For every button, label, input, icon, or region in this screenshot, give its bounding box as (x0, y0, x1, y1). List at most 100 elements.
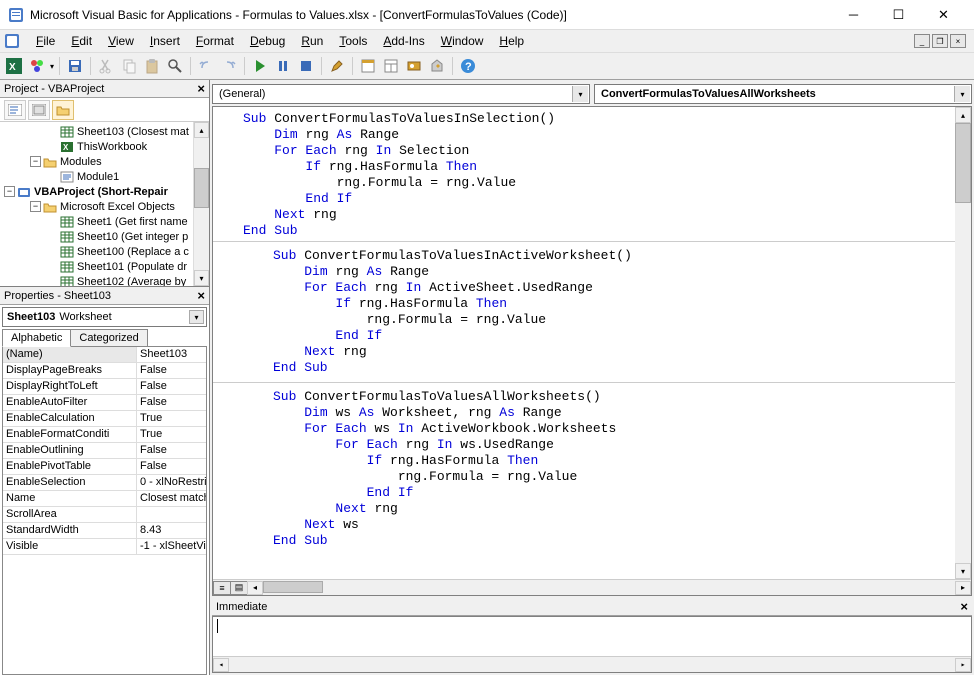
insert-dropdown-icon[interactable] (27, 56, 47, 76)
scroll-right-icon[interactable]: ▸ (955, 658, 971, 672)
scroll-left-icon[interactable]: ◂ (247, 581, 263, 595)
property-value[interactable]: False (137, 379, 206, 394)
property-value[interactable]: 8.43 (137, 523, 206, 538)
menu-view[interactable]: View (100, 32, 142, 50)
save-icon[interactable] (65, 56, 85, 76)
help-icon[interactable]: ? (458, 56, 478, 76)
minimize-button[interactable]: ─ (831, 1, 876, 29)
properties-window-icon[interactable] (381, 56, 401, 76)
tab-categorized[interactable]: Categorized (70, 329, 147, 346)
menu-file[interactable]: File (28, 32, 63, 50)
scroll-thumb[interactable] (955, 123, 971, 203)
redo-icon[interactable] (219, 56, 239, 76)
full-module-view-icon[interactable]: ▤ (230, 581, 248, 595)
property-row[interactable]: StandardWidth8.43 (3, 523, 206, 539)
property-row[interactable]: EnableSelection0 - xlNoRestrictions (3, 475, 206, 491)
scroll-up-icon[interactable]: ▴ (194, 122, 209, 138)
property-row[interactable]: DisplayPageBreaksFalse (3, 363, 206, 379)
menu-add-ins[interactable]: Add-Ins (375, 32, 432, 50)
property-value[interactable]: Sheet103 (137, 347, 206, 362)
view-object-icon[interactable] (28, 100, 50, 120)
property-row[interactable]: DisplayRightToLeftFalse (3, 379, 206, 395)
tree-item[interactable]: Sheet101 (Populate dr (0, 259, 209, 274)
tree-item[interactable]: Sheet103 (Closest mat (0, 124, 209, 139)
close-button[interactable]: ✕ (921, 1, 966, 29)
property-row[interactable]: EnableAutoFilterFalse (3, 395, 206, 411)
tree-toggle-icon[interactable]: − (30, 201, 41, 212)
procedure-dropdown[interactable]: ConvertFormulasToValuesAllWorksheets ▾ (594, 84, 972, 104)
view-code-icon[interactable] (4, 100, 26, 120)
property-value[interactable]: True (137, 427, 206, 442)
break-icon[interactable] (273, 56, 293, 76)
mdi-restore-button[interactable]: ❐ (932, 34, 948, 48)
property-value[interactable]: False (137, 459, 206, 474)
design-mode-icon[interactable] (327, 56, 347, 76)
menu-debug[interactable]: Debug (242, 32, 293, 50)
toggle-folders-icon[interactable] (52, 100, 74, 120)
property-row[interactable]: EnableOutliningFalse (3, 443, 206, 459)
property-value[interactable]: Closest match (137, 491, 206, 506)
project-explorer-icon[interactable] (358, 56, 378, 76)
menu-help[interactable]: Help (491, 32, 532, 50)
toolbox-icon[interactable] (427, 56, 447, 76)
tree-item[interactable]: −Microsoft Excel Objects (0, 199, 209, 214)
properties-grid[interactable]: (Name)Sheet103DisplayPageBreaksFalseDisp… (2, 347, 207, 675)
tree-item[interactable]: −VBAProject (Short-Repair (0, 184, 209, 199)
tree-toggle-icon[interactable]: − (4, 186, 15, 197)
menu-insert[interactable]: Insert (142, 32, 188, 50)
tree-toggle-icon[interactable]: − (30, 156, 41, 167)
property-value[interactable]: True (137, 411, 206, 426)
property-row[interactable]: NameClosest match (3, 491, 206, 507)
tab-alphabetic[interactable]: Alphabetic (2, 329, 71, 347)
immediate-hscrollbar[interactable]: ◂ ▸ (213, 656, 971, 672)
properties-object-selector[interactable]: Sheet103 Worksheet ▾ (2, 307, 207, 327)
immediate-window[interactable]: ◂ ▸ (212, 616, 972, 673)
dropdown-arrow-icon[interactable]: ▾ (572, 86, 588, 102)
property-value[interactable]: -1 - xlSheetVisible (137, 539, 206, 554)
property-value[interactable]: False (137, 395, 206, 410)
tree-item[interactable]: Module1 (0, 169, 209, 184)
undo-icon[interactable] (196, 56, 216, 76)
procedure-view-icon[interactable]: ≡ (213, 581, 231, 595)
property-row[interactable]: EnableFormatConditiTrue (3, 427, 206, 443)
scroll-thumb[interactable] (263, 581, 323, 593)
scroll-down-icon[interactable]: ▾ (955, 563, 971, 579)
scroll-right-icon[interactable]: ▸ (955, 581, 971, 595)
project-panel-close-icon[interactable]: × (197, 81, 205, 96)
menu-tools[interactable]: Tools (331, 32, 375, 50)
property-row[interactable]: (Name)Sheet103 (3, 347, 206, 363)
menu-run[interactable]: Run (293, 32, 331, 50)
scroll-left-icon[interactable]: ◂ (213, 658, 229, 672)
property-row[interactable]: ScrollArea (3, 507, 206, 523)
property-value[interactable]: False (137, 363, 206, 378)
object-dropdown[interactable]: (General) ▾ (212, 84, 590, 104)
cut-icon[interactable] (96, 56, 116, 76)
code-editor[interactable]: Sub ConvertFormulasToValuesInSelection()… (212, 106, 972, 596)
mdi-close-button[interactable]: × (950, 34, 966, 48)
menu-format[interactable]: Format (188, 32, 242, 50)
reset-icon[interactable] (296, 56, 316, 76)
code-vscrollbar[interactable]: ▴ ▾ (955, 107, 971, 579)
immediate-panel-close-icon[interactable]: × (960, 599, 968, 614)
property-value[interactable]: False (137, 443, 206, 458)
view-excel-icon[interactable]: X (4, 56, 24, 76)
tree-item[interactable]: Sheet10 (Get integer p (0, 229, 209, 244)
property-row[interactable]: Visible-1 - xlSheetVisible (3, 539, 206, 555)
scroll-up-icon[interactable]: ▴ (955, 107, 971, 123)
tree-item[interactable]: XThisWorkbook (0, 139, 209, 154)
code-hscrollbar[interactable]: ◂ ▸ (247, 581, 971, 595)
property-row[interactable]: EnablePivotTableFalse (3, 459, 206, 475)
tree-item[interactable]: Sheet100 (Replace a c (0, 244, 209, 259)
property-row[interactable]: EnableCalculationTrue (3, 411, 206, 427)
tree-item[interactable]: Sheet1 (Get first name (0, 214, 209, 229)
property-value[interactable]: 0 - xlNoRestrictions (137, 475, 206, 490)
mdi-minimize-button[interactable]: _ (914, 34, 930, 48)
tree-item[interactable]: Sheet102 (Average by (0, 274, 209, 287)
tree-item[interactable]: −Modules (0, 154, 209, 169)
project-tree-scrollbar[interactable]: ▴ ▾ (193, 122, 209, 286)
menu-window[interactable]: Window (433, 32, 492, 50)
property-value[interactable] (137, 507, 206, 522)
paste-icon[interactable] (142, 56, 162, 76)
properties-panel-close-icon[interactable]: × (197, 288, 205, 303)
copy-icon[interactable] (119, 56, 139, 76)
